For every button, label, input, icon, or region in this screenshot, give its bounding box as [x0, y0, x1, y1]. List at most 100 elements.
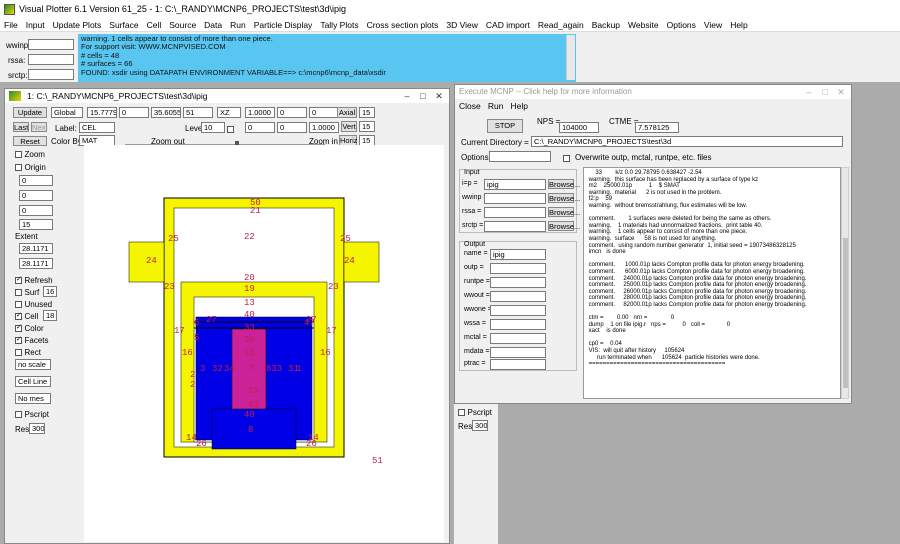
- curdir-field[interactable]: C:\_RANDY\MCNP6_PROJECTS\test\3d: [531, 136, 843, 147]
- wwinp-field[interactable]: [28, 39, 74, 50]
- overwrite-checkbox[interactable]: [563, 155, 570, 163]
- browse-button[interactable]: Browse...: [548, 179, 580, 189]
- scale-select[interactable]: no scale: [15, 359, 51, 370]
- line-select[interactable]: Cell Line: [15, 376, 51, 387]
- menu-cell[interactable]: Cell: [143, 20, 166, 30]
- input-field[interactable]: [484, 193, 546, 204]
- menu-particle-display[interactable]: Particle Display: [250, 20, 317, 30]
- close-icon[interactable]: ✕: [431, 89, 447, 103]
- extent-value-field[interactable]: 28.1171: [19, 258, 53, 269]
- plane-select[interactable]: XZ: [217, 107, 241, 118]
- menu-options[interactable]: Options: [663, 20, 700, 30]
- menu-3d-view[interactable]: 3D View: [442, 20, 482, 30]
- menu-update-plots[interactable]: Update Plots: [49, 20, 106, 30]
- origin-z-field[interactable]: 35.6055: [151, 107, 181, 118]
- menu-cad-import[interactable]: CAD import: [482, 20, 534, 30]
- facets-checkbox[interactable]: [15, 335, 22, 345]
- facets-option[interactable]: Facets: [15, 335, 49, 345]
- srctp-field[interactable]: [28, 69, 74, 80]
- level-select[interactable]: 10: [201, 122, 225, 133]
- geometry-plot[interactable]: 50212225 2524 2423 232019136 27 40 27475333617…: [84, 145, 444, 542]
- surf-option[interactable]: Surf: [15, 287, 39, 297]
- origin-checkbox[interactable]: [15, 164, 22, 172]
- plot-canvas[interactable]: 50 21 22 25 25 24 24 23 23 20 19 13 6 27 40 27 47 5 33 36 17…: [84, 145, 444, 542]
- options-field[interactable]: [489, 151, 551, 162]
- output-field[interactable]: [490, 333, 546, 344]
- maximize-icon[interactable]: □: [415, 89, 431, 103]
- menu-read-again[interactable]: Read_again: [534, 20, 588, 30]
- dir2-y[interactable]: 0: [277, 122, 307, 133]
- vert-field[interactable]: 15: [359, 121, 375, 132]
- unused-checkbox[interactable]: [15, 301, 22, 309]
- left-value-field[interactable]: 15: [19, 219, 53, 230]
- run-log[interactable]: 33 k/z 0.0 29.78795 0.638427 -2.54 warni…: [583, 167, 841, 399]
- close-icon[interactable]: ✕: [833, 85, 849, 99]
- level-checkbox[interactable]: [227, 126, 234, 134]
- unused-option[interactable]: Unused: [15, 299, 52, 309]
- extent-value-field[interactable]: 28.1171: [19, 243, 53, 254]
- message-scrollbar[interactable]: [566, 35, 575, 80]
- label-select[interactable]: CEL: [79, 122, 115, 133]
- dir1-z[interactable]: 0: [309, 107, 339, 118]
- left-value-field[interactable]: 0: [19, 205, 53, 216]
- stop-button[interactable]: STOP: [487, 119, 523, 133]
- input-field[interactable]: ipig: [484, 179, 546, 190]
- axial-button[interactable]: Axial: [337, 107, 357, 118]
- menu-file[interactable]: File: [0, 20, 22, 30]
- log-scrollbar[interactable]: [841, 167, 849, 399]
- menu-help[interactable]: Help: [726, 20, 751, 30]
- input-field[interactable]: [484, 207, 546, 218]
- menu-surface[interactable]: Surface: [105, 20, 142, 30]
- dir2-x[interactable]: 0: [245, 122, 275, 133]
- browse-button[interactable]: Browse...: [548, 193, 580, 203]
- refresh-option[interactable]: Refresh: [15, 275, 53, 285]
- pscript-option-2[interactable]: Pscript: [458, 407, 492, 417]
- zoom-checkbox[interactable]: [15, 151, 22, 159]
- exec-menu-run[interactable]: Run: [488, 101, 504, 111]
- pscript-checkbox-2[interactable]: [458, 409, 465, 417]
- cell-checkbox[interactable]: [15, 311, 22, 321]
- res-field[interactable]: 300: [29, 423, 45, 434]
- next-button[interactable]: Next: [31, 122, 47, 132]
- rect-option[interactable]: Rect: [15, 347, 41, 357]
- zoom-option[interactable]: Zoom: [15, 149, 45, 159]
- dir1-x[interactable]: 1.0000: [245, 107, 275, 118]
- cell-option[interactable]: Cell: [15, 311, 38, 321]
- rssa-field[interactable]: [28, 54, 74, 65]
- refresh-checkbox[interactable]: [15, 275, 22, 285]
- minimize-icon[interactable]: –: [399, 89, 415, 103]
- dir2-z[interactable]: 1.0000: [309, 122, 339, 133]
- output-field[interactable]: ipig: [490, 249, 546, 260]
- menu-backup[interactable]: Backup: [588, 20, 624, 30]
- update-button[interactable]: Update: [13, 107, 47, 118]
- menu-source[interactable]: Source: [165, 20, 200, 30]
- pscript-option[interactable]: Pscript: [15, 409, 49, 419]
- exec-menu-close[interactable]: Close: [459, 101, 481, 111]
- origin-x-field[interactable]: 15.7779: [87, 107, 117, 118]
- output-field[interactable]: [490, 319, 546, 330]
- minimize-icon[interactable]: –: [801, 85, 817, 99]
- output-field[interactable]: [490, 347, 546, 358]
- left-value-field[interactable]: 0: [19, 190, 53, 201]
- color-checkbox[interactable]: [15, 323, 22, 333]
- res-field-2[interactable]: 300: [472, 420, 488, 431]
- surf-checkbox[interactable]: [15, 289, 22, 297]
- pscript-checkbox[interactable]: [15, 411, 22, 419]
- left-value-field[interactable]: 0: [19, 175, 53, 186]
- reset-button[interactable]: Reset: [13, 136, 47, 146]
- browse-button[interactable]: Browse...: [548, 207, 580, 217]
- mesh-select[interactable]: No mes: [15, 393, 51, 404]
- menu-tally-plots[interactable]: Tally Plots: [316, 20, 362, 30]
- maximize-icon[interactable]: □: [817, 85, 833, 99]
- menu-data[interactable]: Data: [200, 20, 226, 30]
- color-option[interactable]: Color: [15, 323, 44, 333]
- menu-website[interactable]: Website: [624, 20, 663, 30]
- browse-button[interactable]: Browse...: [548, 221, 580, 231]
- axial-field[interactable]: 15: [359, 107, 375, 118]
- dir1-y[interactable]: 0: [277, 107, 307, 118]
- origin-option[interactable]: Origin: [15, 162, 46, 172]
- output-field[interactable]: [490, 277, 546, 288]
- exec-menu-help[interactable]: Help: [511, 101, 528, 111]
- menu-input[interactable]: Input: [22, 20, 49, 30]
- output-field[interactable]: [490, 359, 546, 370]
